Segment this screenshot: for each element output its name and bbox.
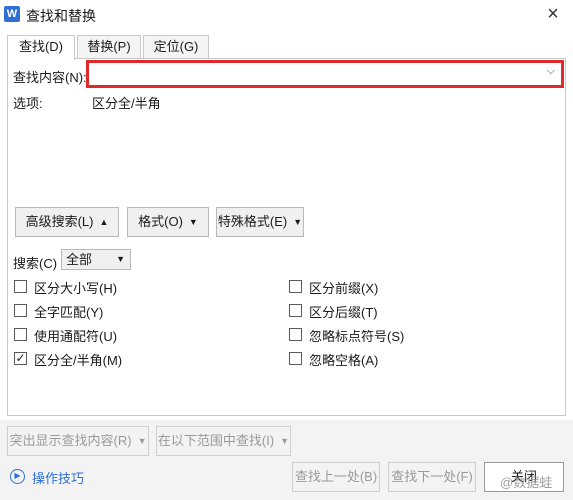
- checkbox-box[interactable]: [14, 280, 27, 293]
- advanced-search-button[interactable]: 高级搜索(L) ▲: [15, 207, 119, 237]
- search-scope-label: 搜索(C): [13, 256, 58, 271]
- checkbox-box[interactable]: [289, 304, 302, 317]
- match-suffix-label: 区分后缀(T): [309, 305, 378, 320]
- dropdown-arrow-icon: ▼: [293, 217, 303, 227]
- tips-link[interactable]: 操作技巧: [32, 468, 84, 487]
- find-next-button[interactable]: 查找下一处(F): [388, 462, 476, 492]
- checkbox-box[interactable]: [14, 304, 27, 317]
- dialog-title: 查找和替换: [26, 8, 96, 24]
- watermark: @数据蛙: [500, 475, 553, 490]
- checkbox-box[interactable]: [289, 280, 302, 293]
- tab-find[interactable]: 查找(D): [7, 35, 75, 60]
- search-scope-select[interactable]: 全部 ▼: [61, 249, 131, 270]
- whole-word-label: 全字匹配(Y): [34, 305, 104, 320]
- match-case-label: 区分大小写(H): [34, 281, 118, 296]
- find-content-input[interactable]: [93, 64, 533, 84]
- find-previous-button[interactable]: 查找上一处(B): [292, 462, 380, 492]
- tab-replace[interactable]: 替换(P): [77, 35, 141, 59]
- format-label: 格式(O): [138, 214, 183, 229]
- tab-goto[interactable]: 定位(G): [143, 35, 209, 59]
- dropdown-arrow-icon: ▼: [280, 436, 290, 446]
- close-icon[interactable]: ×: [541, 3, 565, 27]
- format-button[interactable]: 格式(O) ▼: [127, 207, 209, 237]
- search-scope-value: 全部: [66, 252, 93, 267]
- checkmark-icon[interactable]: ✓: [14, 352, 27, 365]
- dropdown-arrow-icon: ▼: [188, 217, 198, 227]
- ignore-spaces-label: 忽略空格(A): [309, 353, 379, 368]
- play-help-icon[interactable]: ▶: [10, 469, 25, 484]
- highlight-all-label: 突出显示查找内容(R): [9, 433, 132, 448]
- chevron-down-icon[interactable]: ⌵: [547, 65, 555, 78]
- options-value: 区分全/半角: [92, 96, 161, 111]
- find-content-combobox[interactable]: ⌵: [86, 60, 564, 88]
- title-bar: W 查找和替换 ×: [0, 0, 573, 30]
- checkbox-box[interactable]: [289, 352, 302, 365]
- options-label: 选项:: [13, 96, 43, 111]
- dropdown-arrow-icon: ▼: [137, 436, 147, 446]
- dropdown-arrow-icon: ▼: [116, 254, 125, 264]
- find-in-label: 在以下范围中查找(I): [157, 433, 275, 448]
- advanced-search-label: 高级搜索(L): [25, 214, 94, 229]
- special-format-button[interactable]: 特殊格式(E) ▼: [216, 207, 304, 237]
- special-format-label: 特殊格式(E): [217, 214, 288, 229]
- collapse-icon: ▲: [99, 217, 109, 227]
- checkbox-box[interactable]: [289, 328, 302, 341]
- checkbox-box[interactable]: [14, 328, 27, 341]
- match-prefix-label: 区分前缀(X): [309, 281, 379, 296]
- full-half-width-label: 区分全/半角(M): [34, 353, 123, 368]
- wildcards-label: 使用通配符(U): [34, 329, 118, 344]
- find-content-label: 查找内容(N):: [13, 70, 87, 85]
- highlight-all-button[interactable]: 突出显示查找内容(R) ▼: [7, 426, 149, 456]
- wps-writer-icon: W: [4, 6, 20, 22]
- ignore-punctuation-label: 忽略标点符号(S): [309, 329, 405, 344]
- find-in-button[interactable]: 在以下范围中查找(I) ▼: [156, 426, 291, 456]
